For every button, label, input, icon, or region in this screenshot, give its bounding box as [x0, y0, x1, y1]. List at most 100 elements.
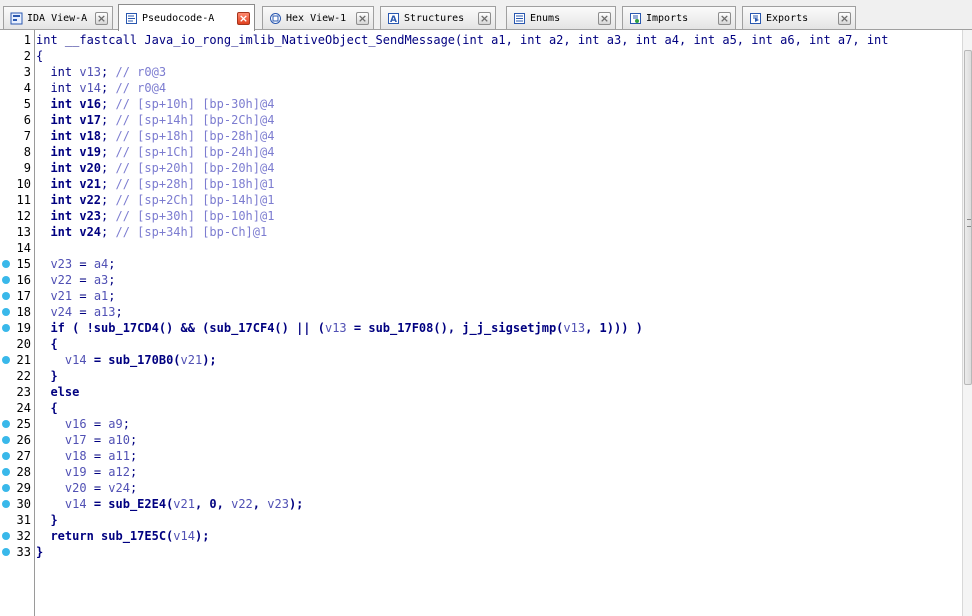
code-token: int: [36, 193, 80, 207]
vertical-scrollbar[interactable]: [962, 30, 972, 616]
line-number: 32: [16, 529, 31, 543]
code-line[interactable]: v17 = a10;: [36, 432, 962, 448]
code-line[interactable]: v14 = sub_E2E4(v21, 0, v22, v23);: [36, 496, 962, 512]
code-line[interactable]: if ( !sub_17CD4() && (sub_17CF4() || (v1…: [36, 320, 962, 336]
code-token: {: [36, 401, 58, 415]
close-icon[interactable]: ×: [598, 11, 611, 25]
code-line[interactable]: }: [36, 544, 962, 560]
code-token: v16: [79, 97, 102, 111]
code-token: int: [36, 81, 80, 95]
code-line[interactable]: }: [36, 512, 962, 528]
close-icon[interactable]: ×: [237, 11, 250, 25]
code-line[interactable]: int v19; // [sp+1Ch] [bp-24h]@4: [36, 144, 962, 160]
code-token: int: [36, 177, 80, 191]
code-area[interactable]: int __fastcall Java_io_rong_imlib_Native…: [36, 30, 962, 616]
code-token: v22: [79, 193, 102, 207]
tab-pseudocode-a[interactable]: Pseudocode-A ×: [118, 4, 255, 31]
code-line[interactable]: {: [36, 400, 962, 416]
tab-enums[interactable]: Enums ×: [506, 6, 616, 29]
code-token: int: [36, 145, 80, 159]
line-number: 16: [16, 273, 31, 287]
code-token: =: [86, 465, 109, 479]
line-number: 11: [16, 193, 31, 207]
tab-hex-view-1[interactable]: Hex View-1 ×: [262, 6, 374, 29]
line-number: 18: [16, 305, 31, 319]
code-line[interactable]: {: [36, 48, 962, 64]
code-variable: v21: [180, 353, 203, 367]
code-variable: a1: [93, 289, 109, 303]
code-line[interactable]: v18 = a11;: [36, 448, 962, 464]
close-icon[interactable]: ×: [718, 11, 731, 25]
code-token: ;: [129, 449, 138, 463]
code-line[interactable]: int v17; // [sp+14h] [bp-2Ch]@4: [36, 112, 962, 128]
code-line[interactable]: int v14; // r0@4: [36, 80, 962, 96]
scrollbar-thumb[interactable]: [964, 50, 972, 385]
code-token: if ( !sub_17CD4() && (sub_17CF4() || (: [36, 321, 325, 335]
line-number: 5: [23, 97, 31, 111]
code-line[interactable]: }: [36, 368, 962, 384]
code-line[interactable]: int v21; // [sp+28h] [bp-18h]@1: [36, 176, 962, 192]
code-comment: // [sp+28h] [bp-18h]@1: [115, 177, 275, 191]
code-line[interactable]: int v23; // [sp+30h] [bp-10h]@1: [36, 208, 962, 224]
code-token: , 0,: [194, 497, 232, 511]
code-token: return sub_17E5C(: [36, 529, 174, 543]
code-variable: a3: [93, 273, 109, 287]
line-number: 33: [16, 545, 31, 559]
code-variable: v22: [231, 497, 253, 511]
code-line[interactable]: int v13; // r0@3: [36, 64, 962, 80]
code-line[interactable]: [36, 240, 962, 256]
code-token: ;: [101, 97, 116, 111]
code-comment: // [sp+20h] [bp-20h]@4: [115, 161, 275, 175]
code-token: int __fastcall Java_io_rong_imlib_Native…: [36, 33, 889, 47]
close-icon[interactable]: ×: [478, 11, 491, 25]
code-line[interactable]: int v18; // [sp+18h] [bp-28h]@4: [36, 128, 962, 144]
code-line[interactable]: v23 = a4;: [36, 256, 962, 272]
line-number: 25: [16, 417, 31, 431]
code-line[interactable]: v14 = sub_170B0(v21);: [36, 352, 962, 368]
tab-ida-view-a[interactable]: IDA View-A ×: [3, 6, 113, 29]
code-line[interactable]: int v20; // [sp+20h] [bp-20h]@4: [36, 160, 962, 176]
code-comment: // r0@4: [115, 81, 167, 95]
line-number: 23: [16, 385, 31, 399]
code-line[interactable]: int v24; // [sp+34h] [bp-Ch]@1: [36, 224, 962, 240]
code-token: v21: [79, 177, 102, 191]
code-comment: // [sp+14h] [bp-2Ch]@4: [115, 113, 275, 127]
code-line[interactable]: {: [36, 336, 962, 352]
code-token: ;: [108, 273, 116, 287]
code-comment: // [sp+10h] [bp-30h]@4: [115, 97, 275, 111]
code-line[interactable]: else: [36, 384, 962, 400]
code-line[interactable]: v24 = a13;: [36, 304, 962, 320]
code-line[interactable]: int v16; // [sp+10h] [bp-30h]@4: [36, 96, 962, 112]
code-variable: a11: [108, 449, 130, 463]
code-line[interactable]: v16 = a9;: [36, 416, 962, 432]
code-line[interactable]: v22 = a3;: [36, 272, 962, 288]
line-number: 26: [16, 433, 31, 447]
close-icon[interactable]: ×: [838, 11, 851, 25]
code-line[interactable]: int v22; // [sp+2Ch] [bp-14h]@1: [36, 192, 962, 208]
code-token: int: [36, 129, 80, 143]
code-token: ;: [101, 129, 116, 143]
code-line[interactable]: return sub_17E5C(v14);: [36, 528, 962, 544]
close-icon[interactable]: ×: [356, 11, 369, 25]
line-number-gutter[interactable]: 1 2 3 4 5 6 7 8 9 10 11 12 13 14 15 16 17 18 19 20 21 22 23 24 2…: [0, 30, 35, 616]
pseudocode-editor[interactable]: 1 2 3 4 5 6 7 8 9 10 11 12 13 14 15 16 17 18 19 20 21 22 23 24 2…: [0, 30, 962, 616]
line-number: 1: [23, 33, 31, 47]
code-variable: v23: [50, 257, 73, 271]
tab-imports[interactable]: Imports ×: [622, 6, 736, 29]
code-line[interactable]: v21 = a1;: [36, 288, 962, 304]
code-token: v17: [79, 113, 102, 127]
code-line[interactable]: int __fastcall Java_io_rong_imlib_Native…: [36, 32, 962, 48]
code-token: ;: [108, 257, 116, 271]
code-variable: v18: [64, 449, 87, 463]
code-line[interactable]: v20 = v24;: [36, 480, 962, 496]
close-icon[interactable]: ×: [95, 11, 108, 25]
tab-structures[interactable]: A Structures ×: [380, 6, 496, 29]
code-token: ;: [101, 193, 116, 207]
code-line[interactable]: v19 = a12;: [36, 464, 962, 480]
line-number: 6: [23, 113, 31, 127]
code-comment: // [sp+30h] [bp-10h]@1: [115, 209, 275, 223]
tab-exports[interactable]: Exports ×: [742, 6, 856, 29]
code-token: = sub_17F08(), j_j_sigsetjmp(: [346, 321, 564, 335]
